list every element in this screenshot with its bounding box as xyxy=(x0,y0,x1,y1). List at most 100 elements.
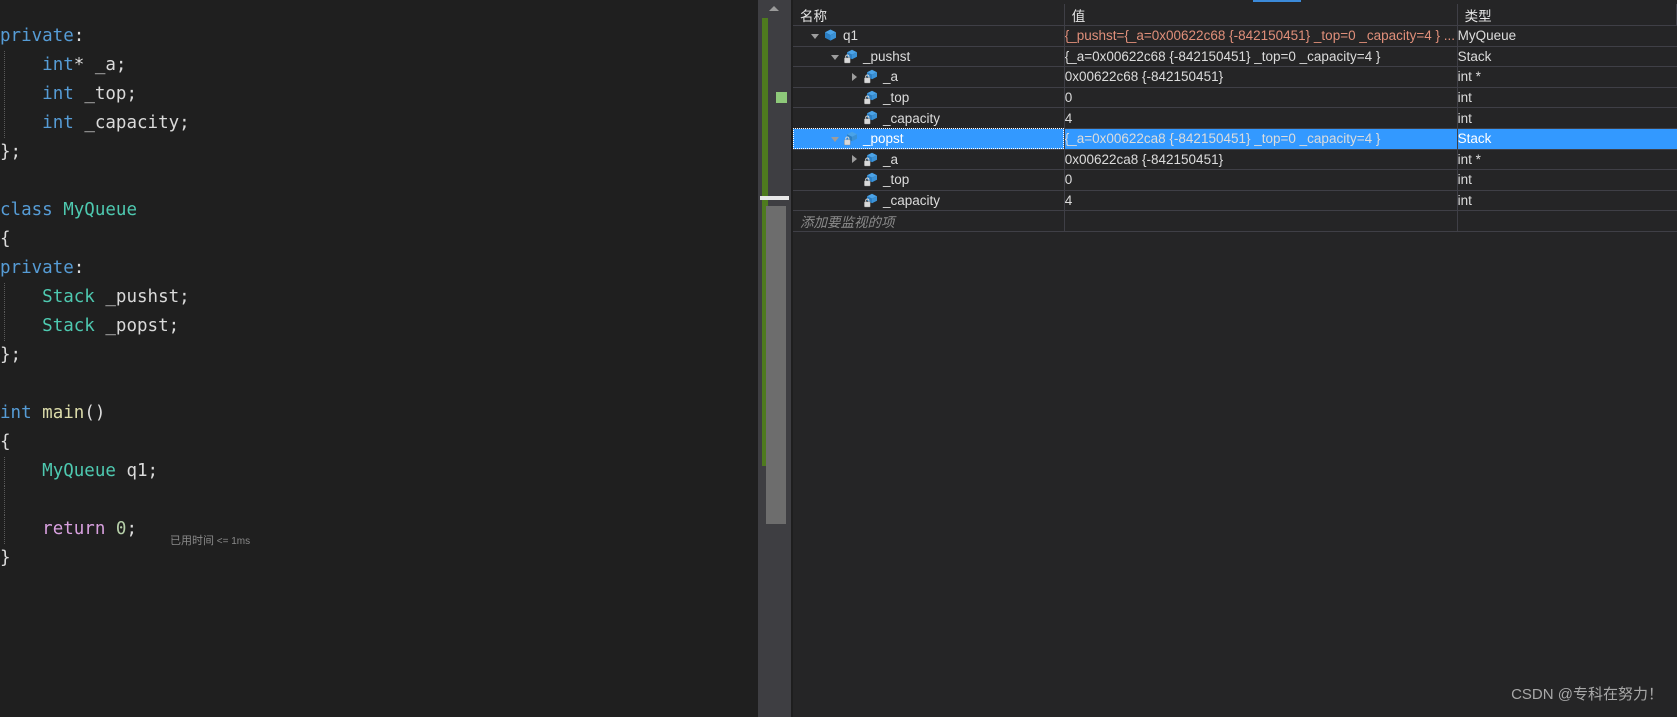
code-token: _popst; xyxy=(105,316,180,336)
watch-row-name-cell[interactable]: _top xyxy=(793,169,1065,191)
code-line: int* _a; xyxy=(0,51,758,80)
column-header-type[interactable]: 类型 xyxy=(1457,4,1677,26)
watch-row-value-cell[interactable]: 4 xyxy=(1064,190,1458,212)
watch-row-value-cell[interactable]: {_pushst={_a=0x00622c68 {-842150451} _to… xyxy=(1064,25,1458,47)
expander-collapse-icon[interactable] xyxy=(827,136,842,143)
indent-guide xyxy=(4,312,6,341)
indent-guide xyxy=(4,486,6,515)
watch-row-name-cell[interactable]: _top xyxy=(793,87,1065,109)
column-header-value[interactable]: 值 xyxy=(1064,4,1458,26)
watch-row-name-cell[interactable]: _capacity xyxy=(793,107,1065,129)
watch-row-name-cell[interactable]: _popst xyxy=(793,128,1065,150)
code-line: Stack _popst; xyxy=(0,312,758,341)
code-editor[interactable]: private: int* _a; int _top; int _capacit… xyxy=(0,0,758,717)
watch-row-name-label: _a xyxy=(883,69,899,85)
watch-row-value-cell[interactable]: 4 xyxy=(1064,107,1458,129)
watch-row[interactable]: _pushst {_a=0x00622c68 {-842150451} _top=… xyxy=(793,46,1677,68)
watch-row-name-cell[interactable]: _pushst xyxy=(793,46,1065,68)
watch-row-value-text: {_a=0x00622c68 {-842150451} _top=0 _capa… xyxy=(1064,48,1381,64)
code-line xyxy=(0,486,758,515)
watch-row-name-cell[interactable]: _a xyxy=(793,66,1065,88)
code-token: _capacity; xyxy=(84,113,190,133)
watch-row-value-cell[interactable]: 0 xyxy=(1064,87,1458,109)
code-line: return 0; 已用时间 <= 1ms xyxy=(0,515,758,547)
watch-row-name-label: q1 xyxy=(843,28,859,44)
add-watch-row[interactable]: 添加要监视的项 xyxy=(793,210,1677,233)
watch-row-value-cell[interactable]: {_a=0x00622ca8 {-842150451} _top=0 _capa… xyxy=(1064,128,1458,150)
code-token: int xyxy=(42,84,74,104)
column-header-name[interactable]: 名称 xyxy=(793,4,1065,26)
code-token: q1; xyxy=(126,461,159,481)
watch-row[interactable]: _a 0x00622ca8 {-842150451} int * xyxy=(793,149,1677,171)
expander-collapse-icon[interactable] xyxy=(807,33,822,40)
private-field-icon xyxy=(842,129,860,148)
code-token: Stack xyxy=(42,287,95,307)
code-line: Stack _pushst; xyxy=(0,283,758,312)
expander-expand-icon[interactable] xyxy=(847,155,862,164)
column-header-value-label: 值 xyxy=(1071,8,1086,24)
add-watch-input[interactable]: 添加要监视的项 xyxy=(793,210,1065,233)
code-token: private xyxy=(0,258,74,278)
chevron-down-icon xyxy=(810,34,819,40)
code-line: int _capacity; xyxy=(0,109,758,138)
watch-row[interactable]: q1 {_pushst={_a=0x00622c68 {-842150451} _… xyxy=(793,25,1677,47)
watch-row-name-cell[interactable]: _capacity xyxy=(793,190,1065,212)
watch-row[interactable]: _capacity 4 int xyxy=(793,107,1677,129)
indent-guide xyxy=(4,80,6,109)
watch-row-value-text: 0x00622ca8 {-842150451} xyxy=(1064,151,1224,167)
watch-row[interactable]: _popst {_a=0x00622ca8 {-842150451} _top=0… xyxy=(793,128,1677,150)
watch-row-value-cell[interactable]: 0 xyxy=(1064,169,1458,191)
code-token: class xyxy=(0,200,53,220)
watch-row-name-label: _pushst xyxy=(863,48,911,64)
watch-row[interactable]: _top 0 int xyxy=(793,87,1677,109)
watch-rows[interactable]: q1 {_pushst={_a=0x00622c68 {-842150451} _… xyxy=(793,25,1677,233)
code-text[interactable]: private: int* _a; int _top; int _capacit… xyxy=(0,22,758,573)
scroll-up-arrow-icon[interactable] xyxy=(758,0,791,17)
private-field-icon xyxy=(842,47,860,66)
expander-expand-icon[interactable] xyxy=(847,72,862,81)
watch-row[interactable]: _a 0x00622c68 {-842150451} int * xyxy=(793,66,1677,88)
object-cube-icon xyxy=(822,26,840,45)
code-token: _top; xyxy=(84,84,137,104)
indent-guide xyxy=(4,51,6,80)
add-watch-value-cell[interactable] xyxy=(1064,210,1458,233)
watch-table[interactable]: 名称 值 类型 q1 {_pushst={_a=0x00622c68 {-8421… xyxy=(793,4,1677,233)
expander-collapse-icon[interactable] xyxy=(827,54,842,60)
column-header-name-label: 名称 xyxy=(800,8,827,24)
watch-row-name-cell[interactable]: q1 xyxy=(793,25,1065,47)
code-line: class MyQueue xyxy=(0,196,758,225)
private-field-icon xyxy=(862,108,880,127)
chevron-down-icon xyxy=(830,137,839,143)
code-token: ; xyxy=(126,519,138,539)
watch-row-value-cell[interactable]: 0x00622c68 {-842150451} xyxy=(1064,66,1458,88)
watch-window[interactable]: 名称 值 类型 q1 {_pushst={_a=0x00622c68 {-8421… xyxy=(793,0,1677,717)
watch-row-value-cell[interactable]: 0x00622ca8 {-842150451} xyxy=(1064,149,1458,171)
chevron-right-icon xyxy=(852,72,857,81)
indent-guide xyxy=(4,283,6,312)
watch-row-type-cell: int * xyxy=(1457,66,1677,88)
editor-vertical-scrollbar[interactable] xyxy=(758,0,791,717)
indent-guide xyxy=(4,515,6,544)
code-line: }; xyxy=(0,341,758,370)
column-header-type-label: 类型 xyxy=(1464,8,1492,24)
watch-row-name-cell[interactable]: _a xyxy=(793,149,1065,171)
code-line: } xyxy=(0,544,758,573)
scrollbar-thumb[interactable] xyxy=(766,206,786,524)
watch-row[interactable]: _capacity 4 int xyxy=(793,190,1677,212)
code-token: int xyxy=(0,403,32,423)
watch-row-value-cell[interactable]: {_a=0x00622c68 {-842150451} _top=0 _capa… xyxy=(1064,46,1458,68)
watch-row-value-text: 4 xyxy=(1064,110,1073,126)
watch-row[interactable]: _top 0 int xyxy=(793,169,1677,191)
code-token: : xyxy=(73,258,85,278)
add-watch-type-cell xyxy=(1457,210,1677,233)
code-token: private xyxy=(0,26,74,46)
